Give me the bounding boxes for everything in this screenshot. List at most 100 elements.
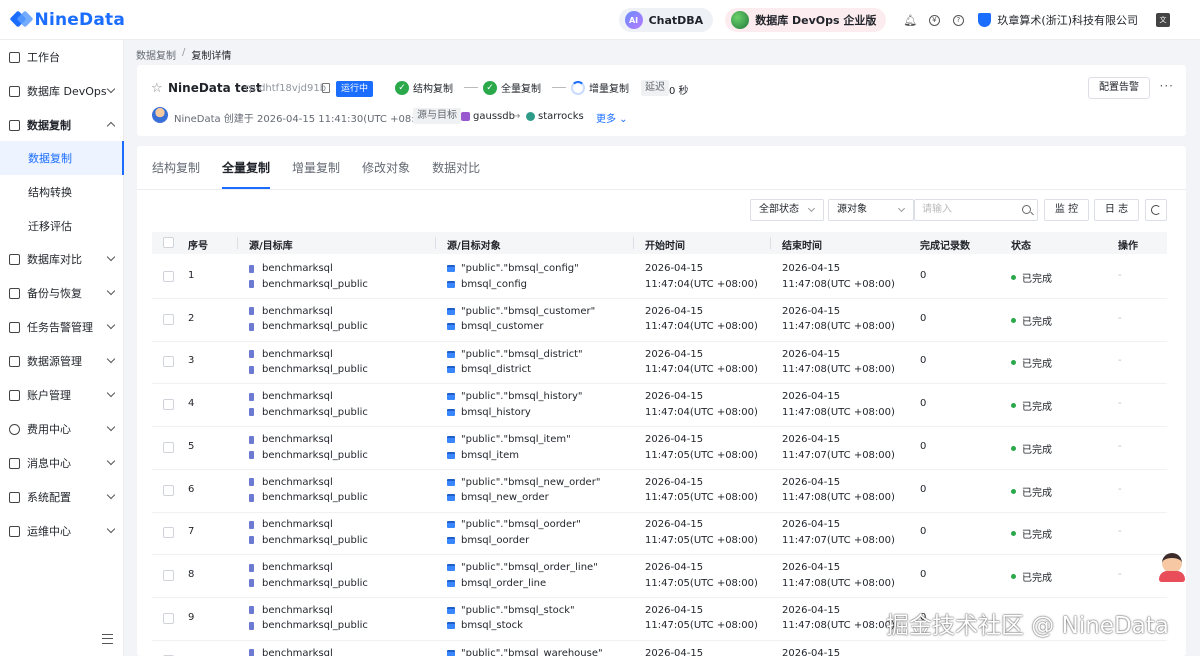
database-icon	[249, 350, 254, 359]
table-icon	[447, 478, 455, 486]
sidebar: 工作台 数据库 DevOps 数据复制 数据复制 结构转换 迁移评估 数据库对比…	[0, 40, 124, 656]
sidebar-subitem-label: 数据复制	[28, 152, 72, 165]
search-input[interactable]: 请输入	[914, 199, 1038, 221]
end-time: 11:47:08(UTC +08:00)	[782, 364, 895, 376]
database-icon	[249, 621, 254, 630]
target-db-name: benchmarksql_public	[262, 449, 368, 461]
table-row[interactable]: 4 benchmarksql benchmarksql_public "public"…	[152, 384, 1167, 428]
sidebar-item-account[interactable]: 账户管理	[0, 379, 124, 411]
target-object-name: bmsql_customer	[461, 321, 544, 333]
row-checkbox[interactable]	[163, 527, 174, 539]
brand-logo[interactable]: NineData	[9, 10, 125, 30]
tab-data-compare[interactable]: 数据对比	[432, 159, 480, 189]
sidebar-item-datasource[interactable]: 数据源管理	[0, 345, 124, 377]
target-db-line: benchmarksql_public	[249, 575, 368, 591]
step-incremental[interactable]: 增量复制	[571, 80, 629, 95]
row-checkbox[interactable]	[163, 612, 174, 624]
target-db-line: benchmarksql_public	[249, 319, 368, 335]
sidebar-item-db-compare[interactable]: 数据库对比	[0, 243, 124, 275]
tab-modify-objects[interactable]: 修改对象	[362, 159, 410, 189]
table-row[interactable]: benchmarksql "public"."bmsql_warehouse" 20…	[152, 640, 1167, 656]
target-db-name: benchmarksql_public	[262, 364, 368, 376]
chevron-down-icon	[106, 388, 116, 398]
log-button[interactable]: 日 志	[1094, 199, 1139, 221]
sidebar-item-messages[interactable]: 消息中心	[0, 447, 124, 479]
object-cell: "public"."bmsql_order_line" bmsql_order_l…	[447, 560, 598, 591]
database-icon	[249, 451, 254, 460]
sidebar-subitem-migration-assess[interactable]: 迁移评估	[0, 209, 124, 243]
devops-icon	[9, 85, 20, 97]
source-db-name: benchmarksql	[262, 647, 333, 656]
target-object-name: bmsql_district	[461, 364, 531, 376]
language-icon[interactable]: 文	[1156, 13, 1170, 27]
column-divider	[237, 237, 238, 249]
sidebar-item-billing[interactable]: 费用中心	[0, 413, 124, 445]
object-cell: "public"."bmsql_config" bmsql_config	[447, 261, 579, 292]
database-icon	[249, 280, 254, 289]
configure-alarm-button[interactable]: 配置告警	[1088, 77, 1150, 99]
tab-full-replication[interactable]: 全量复制	[222, 159, 271, 189]
object-filter-select[interactable]: 源对象	[828, 199, 914, 221]
row-checkbox[interactable]	[163, 271, 174, 282]
devops-enterprise-button[interactable]: 数据库 DevOps 企业版	[725, 8, 887, 32]
monitor-button[interactable]: 监 控	[1044, 199, 1089, 221]
organization-switcher[interactable]: 玖章算术(浙江)科技有限公司	[978, 12, 1138, 28]
step-full[interactable]: ✓ 全量复制	[483, 80, 541, 95]
table-row[interactable]: 2 benchmarksql benchmarksql_public "public"…	[152, 299, 1167, 342]
sidebar-subitem-schema-convert[interactable]: 结构转换	[0, 175, 124, 209]
table-icon	[447, 451, 455, 459]
row-checkbox[interactable]	[163, 441, 174, 453]
sidebar-item-backup[interactable]: 备份与恢复	[0, 277, 124, 309]
end-date: 2026-04-15	[782, 305, 841, 317]
end-time-cell: 2026-04-15 11:47:08(UTC +08:00)	[782, 261, 895, 292]
table-row[interactable]: 8 benchmarksql benchmarksql_public "public"…	[152, 555, 1167, 598]
watermark: 掘金技术社区 @ NineData	[886, 613, 1169, 639]
start-date: 2026-04-15	[645, 263, 704, 275]
sidebar-item-system[interactable]: 系统配置	[0, 481, 124, 513]
chatdba-button[interactable]: AI ChatDBA	[618, 8, 714, 32]
source-db-name: gaussdb	[473, 111, 515, 122]
start-date: 2026-04-15	[645, 305, 704, 317]
table-row[interactable]: 5 benchmarksql benchmarksql_public "public"…	[152, 427, 1167, 470]
table-row[interactable]: 1 benchmarksql benchmarksql_public "public"…	[152, 256, 1167, 299]
database-icon	[249, 392, 254, 401]
select-all-checkbox[interactable]	[163, 237, 174, 248]
source-db-line: benchmarksql	[249, 645, 333, 656]
row-checkbox[interactable]	[163, 313, 174, 325]
company-name: 玖章算术(浙江)科技有限公司	[997, 14, 1138, 27]
row-checkbox[interactable]	[163, 356, 174, 368]
db-cell: benchmarksql benchmarksql_public	[249, 261, 368, 292]
row-checkbox[interactable]	[163, 484, 174, 496]
search-icon[interactable]	[1022, 205, 1031, 214]
step-schema[interactable]: ✓ 结构复制	[395, 80, 453, 95]
billing-circle-icon[interactable]: ¥	[928, 14, 940, 26]
table-row[interactable]: 3 benchmarksql benchmarksql_public "public"…	[152, 341, 1167, 385]
star-icon[interactable]: ☆	[151, 81, 163, 96]
help-icon[interactable]: ?	[952, 14, 964, 26]
row-status: 已完成	[1011, 270, 1052, 285]
sidebar-item-alarm[interactable]: 任务告警管理	[0, 311, 124, 343]
refresh-icon[interactable]	[1145, 199, 1167, 221]
sidebar-item-workbench[interactable]: 工作台	[0, 41, 124, 73]
table-row[interactable]: 6 benchmarksql benchmarksql_public "public"…	[152, 470, 1167, 513]
more-details-link[interactable]: 更多 ⌄	[596, 110, 628, 125]
sidebar-subitem-replication[interactable]: 数据复制	[0, 141, 124, 175]
bell-icon[interactable]: 🔔︎	[903, 14, 917, 27]
tab-incremental-replication[interactable]: 增量复制	[292, 159, 340, 189]
sidebar-item-devops[interactable]: 数据库 DevOps	[0, 75, 124, 107]
copy-icon[interactable]	[322, 83, 330, 93]
sidebar-item-ops[interactable]: 运维中心	[0, 515, 124, 547]
arrow-right-icon: →	[512, 111, 521, 122]
collapse-sidebar-icon[interactable]	[102, 634, 113, 644]
support-avatar[interactable]	[1157, 550, 1187, 582]
breadcrumb-parent[interactable]: 数据复制	[136, 47, 176, 62]
tab-schema-replication[interactable]: 结构复制	[152, 159, 200, 189]
row-index: 1	[188, 270, 195, 281]
row-checkbox[interactable]	[163, 399, 174, 411]
status-filter-select[interactable]: 全部状态	[750, 199, 824, 221]
row-checkbox[interactable]	[163, 569, 174, 581]
sidebar-item-replication[interactable]: 数据复制	[0, 109, 124, 141]
table-row[interactable]: 7 benchmarksql benchmarksql_public "public"…	[152, 512, 1167, 556]
more-actions-icon[interactable]: ···	[1160, 79, 1174, 93]
row-actions: -	[1118, 568, 1122, 580]
